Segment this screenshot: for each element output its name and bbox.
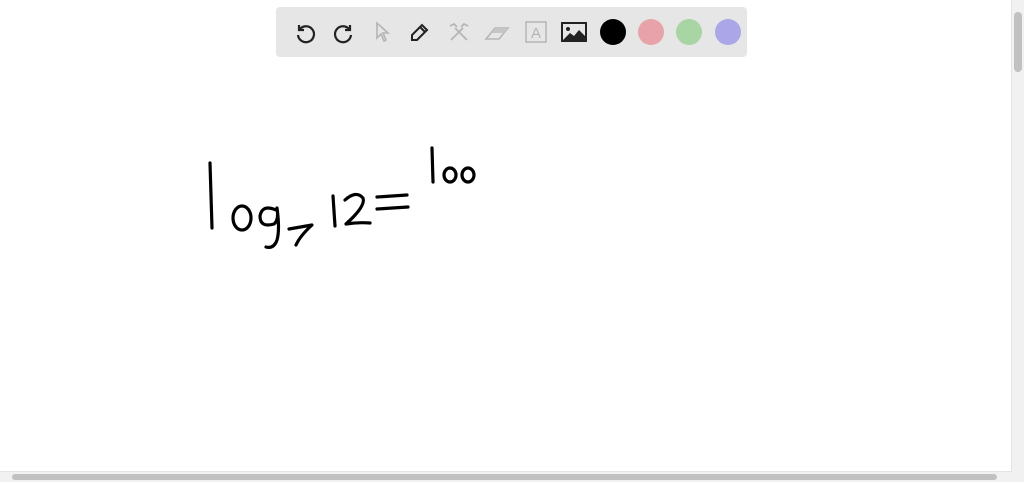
pen-button[interactable] — [401, 15, 439, 49]
tools-button[interactable] — [440, 15, 478, 49]
drawing-toolbar: A — [276, 7, 747, 57]
color-swatch-pink — [638, 19, 664, 45]
pen-icon — [411, 23, 429, 41]
color-purple[interactable] — [709, 15, 747, 49]
color-pink[interactable] — [632, 15, 670, 49]
select-button[interactable] — [363, 15, 401, 49]
eraser-button[interactable] — [478, 15, 516, 49]
drawing-canvas[interactable]: log_7 12 = loo — [0, 60, 1012, 472]
color-green[interactable] — [670, 15, 708, 49]
image-icon — [561, 22, 588, 42]
undo-button[interactable] — [286, 15, 324, 49]
color-swatch-green — [676, 19, 703, 45]
color-swatch-purple — [714, 19, 741, 45]
tools-icon — [449, 22, 469, 41]
svg-text:A: A — [531, 25, 541, 42]
color-black[interactable] — [593, 15, 631, 49]
select-pointer-icon — [376, 21, 391, 43]
vertical-scroll-thumb[interactable] — [1014, 12, 1022, 72]
color-swatch-black — [599, 19, 626, 45]
text-box-icon: A — [524, 21, 547, 43]
scrollbar-corner — [1012, 472, 1024, 482]
redo-icon — [333, 25, 352, 44]
undo-icon — [297, 25, 316, 44]
image-button[interactable] — [555, 15, 593, 49]
horizontal-scroll-thumb[interactable] — [12, 474, 997, 480]
redo-button[interactable] — [324, 15, 362, 49]
vertical-scrollbar[interactable] — [1011, 0, 1024, 472]
handwritten-equation — [208, 146, 476, 249]
horizontal-scrollbar[interactable] — [0, 471, 1012, 482]
eraser-icon — [484, 27, 511, 40]
text-button[interactable]: A — [517, 15, 555, 49]
